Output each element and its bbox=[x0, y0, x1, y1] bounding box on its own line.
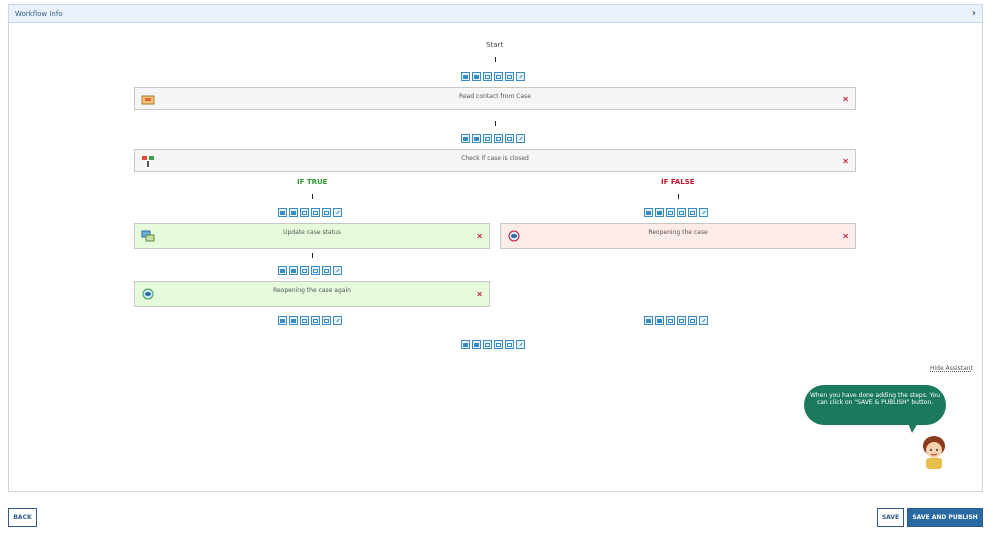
link-icon[interactable] bbox=[311, 208, 320, 217]
link-icon[interactable] bbox=[311, 316, 320, 325]
if-true-label: IF TRUE bbox=[297, 178, 328, 186]
link-icon[interactable] bbox=[494, 72, 503, 81]
remove-step-button[interactable]: × bbox=[476, 290, 483, 299]
edit-icon[interactable] bbox=[516, 134, 525, 143]
step-label: Check if case is closed bbox=[461, 155, 529, 162]
start-label: Start bbox=[486, 41, 504, 49]
link-icon[interactable] bbox=[677, 208, 686, 217]
save-step-icon[interactable] bbox=[289, 266, 298, 275]
save-step-icon[interactable] bbox=[655, 316, 664, 325]
step-label: Read contact from Case bbox=[459, 93, 531, 100]
check-icon[interactable] bbox=[688, 208, 697, 217]
add-step-icon[interactable] bbox=[278, 208, 287, 217]
edit-icon[interactable] bbox=[516, 340, 525, 349]
connector bbox=[495, 121, 496, 126]
check-icon[interactable] bbox=[505, 72, 514, 81]
step-check-closed[interactable]: Check if case is closed × bbox=[134, 149, 856, 172]
link-icon[interactable] bbox=[494, 340, 503, 349]
add-step-icon[interactable] bbox=[644, 316, 653, 325]
connector bbox=[312, 253, 313, 258]
step-toolbar bbox=[461, 340, 525, 350]
step-toolbar bbox=[461, 72, 525, 82]
mail-icon[interactable] bbox=[300, 316, 309, 325]
save-and-publish-button[interactable]: SAVE AND PUBLISH bbox=[907, 508, 983, 527]
back-button[interactable]: BACK bbox=[8, 508, 37, 527]
check-icon[interactable] bbox=[505, 134, 514, 143]
mail-icon[interactable] bbox=[483, 340, 492, 349]
check-icon[interactable] bbox=[322, 266, 331, 275]
connector bbox=[312, 194, 313, 199]
add-step-icon[interactable] bbox=[461, 72, 470, 81]
edit-icon[interactable] bbox=[333, 208, 342, 217]
check-icon[interactable] bbox=[505, 340, 514, 349]
check-icon[interactable] bbox=[322, 316, 331, 325]
save-step-icon[interactable] bbox=[472, 134, 481, 143]
add-step-icon[interactable] bbox=[644, 208, 653, 217]
step-read-contact[interactable]: Read contact from Case × bbox=[134, 87, 856, 110]
mail-icon[interactable] bbox=[666, 208, 675, 217]
step-toolbar bbox=[278, 208, 342, 218]
link-icon[interactable] bbox=[494, 134, 503, 143]
remove-step-button[interactable]: × bbox=[476, 232, 483, 241]
check-icon[interactable] bbox=[688, 316, 697, 325]
step-toolbar bbox=[644, 316, 708, 326]
step-toolbar bbox=[278, 266, 342, 276]
chevron-right-icon[interactable]: › bbox=[972, 8, 976, 19]
workflow-info-title: Workflow Info bbox=[15, 9, 63, 18]
step-label: Reopening the case again bbox=[273, 287, 351, 294]
mail-icon[interactable] bbox=[300, 266, 309, 275]
assistant-avatar-icon bbox=[923, 436, 945, 469]
connector bbox=[495, 57, 496, 62]
add-step-icon[interactable] bbox=[278, 266, 287, 275]
step-update-status[interactable]: Update case status × bbox=[134, 223, 490, 249]
edit-icon[interactable] bbox=[516, 72, 525, 81]
step-toolbar bbox=[461, 134, 525, 144]
save-step-icon[interactable] bbox=[472, 340, 481, 349]
remove-step-button[interactable]: × bbox=[842, 94, 849, 103]
step-reopen[interactable]: Reopening the case × bbox=[500, 223, 856, 249]
edit-icon[interactable] bbox=[333, 266, 342, 275]
edit-icon[interactable] bbox=[333, 316, 342, 325]
mail-icon[interactable] bbox=[483, 72, 492, 81]
step-toolbar bbox=[278, 316, 342, 326]
step-toolbar bbox=[644, 208, 708, 218]
step-label: Reopening the case bbox=[648, 229, 708, 236]
edit-icon[interactable] bbox=[699, 316, 708, 325]
link-icon[interactable] bbox=[311, 266, 320, 275]
remove-step-button[interactable]: × bbox=[842, 232, 849, 241]
mail-icon[interactable] bbox=[483, 134, 492, 143]
save-button[interactable]: SAVE bbox=[877, 508, 904, 527]
remove-step-button[interactable]: × bbox=[842, 156, 849, 165]
link-icon[interactable] bbox=[677, 316, 686, 325]
connector bbox=[678, 194, 679, 199]
edit-icon[interactable] bbox=[699, 208, 708, 217]
if-false-label: IF FALSE bbox=[661, 178, 695, 186]
workflow-info-header[interactable]: Workflow Info › bbox=[8, 4, 983, 23]
step-label: Update case status bbox=[283, 229, 341, 236]
check-icon[interactable] bbox=[322, 208, 331, 217]
mail-icon[interactable] bbox=[300, 208, 309, 217]
add-step-icon[interactable] bbox=[461, 134, 470, 143]
mail-icon[interactable] bbox=[666, 316, 675, 325]
assistant-speech-bubble: When you have done adding the steps. You… bbox=[804, 385, 946, 433]
add-step-icon[interactable] bbox=[461, 340, 470, 349]
step-reopen-again[interactable]: Reopening the case again × bbox=[134, 281, 490, 307]
save-step-icon[interactable] bbox=[472, 72, 481, 81]
hide-assistant-link[interactable]: Hide Assistant bbox=[930, 365, 973, 372]
save-step-icon[interactable] bbox=[289, 208, 298, 217]
save-step-icon[interactable] bbox=[655, 208, 664, 217]
add-step-icon[interactable] bbox=[278, 316, 287, 325]
save-step-icon[interactable] bbox=[289, 316, 298, 325]
